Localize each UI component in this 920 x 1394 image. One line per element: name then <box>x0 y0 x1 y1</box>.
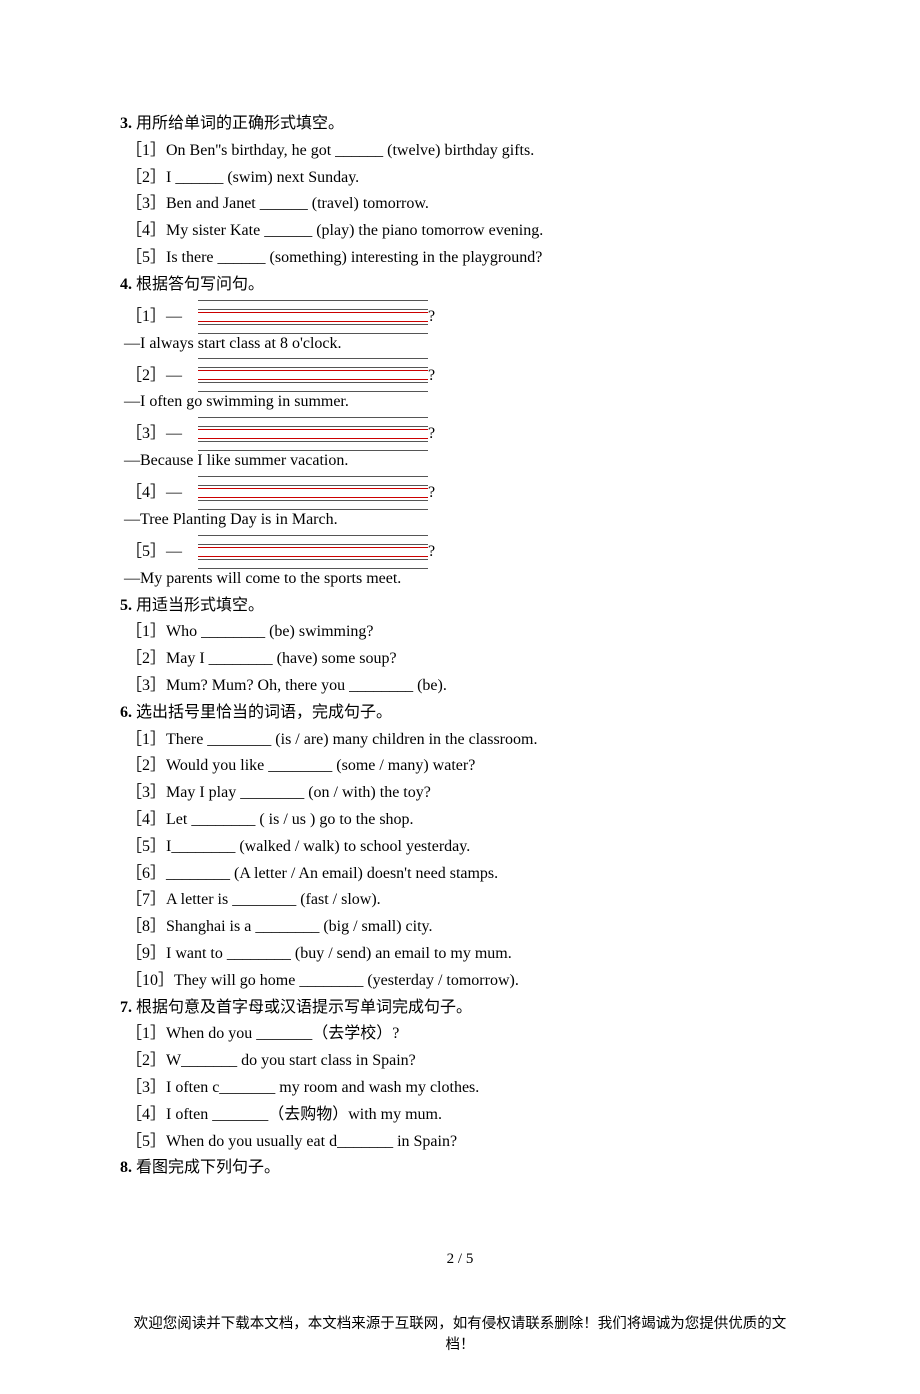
q6-number: 6. <box>120 704 132 721</box>
q4-answer: —My parents will come to the sports meet… <box>120 567 800 592</box>
q6-item: ［8］Shanghai is a ________ (big / small) … <box>120 915 800 940</box>
answer-blank[interactable] <box>198 300 428 334</box>
q3-header: 3. 用所给单词的正确形式填空。 <box>120 112 800 137</box>
q6-item: ［10］They will go home ________ (yesterda… <box>120 969 800 994</box>
q5-item: ［2］May I ________ (have) some soup? <box>120 647 800 672</box>
footer-note: 欢迎您阅读并下载本文档，本文档来源于互联网，如有侵权请联系删除！我们将竭诚为您提… <box>120 1312 800 1354</box>
answer-blank[interactable] <box>198 417 428 451</box>
q4-instructions: 根据答句写问句。 <box>136 276 264 293</box>
q4-answer: —Because I like summer vacation. <box>120 449 800 474</box>
page-number: 2 / 5 <box>120 1251 800 1268</box>
q3-item: ［2］I ______ (swim) next Sunday. <box>120 166 800 191</box>
question-mark: ? <box>428 364 435 389</box>
q4-answer: —I often go swimming in summer. <box>120 390 800 415</box>
q4-question-row: ［2］— ? <box>120 358 800 388</box>
q7-item: ［2］W_______ do you start class in Spain? <box>120 1049 800 1074</box>
q4-question-row: ［1］— ? <box>120 300 800 330</box>
question-mark: ? <box>428 305 435 330</box>
q5-number: 5. <box>120 597 132 614</box>
q4-header: 4. 根据答句写问句。 <box>120 273 800 298</box>
q5-item: ［1］Who ________ (be) swimming? <box>120 620 800 645</box>
q6-item: ［6］________ (A letter / An email) doesn'… <box>120 862 800 887</box>
answer-blank[interactable] <box>198 358 428 392</box>
q3-number: 3. <box>120 115 132 132</box>
q6-instructions: 选出括号里恰当的词语，完成句子。 <box>136 704 392 721</box>
q7-item: ［5］When do you usually eat d_______ in S… <box>120 1130 800 1155</box>
q3-item: ［5］Is there ______ (something) interesti… <box>120 246 800 271</box>
q6-item: ［1］There ________ (is / are) many childr… <box>120 728 800 753</box>
q7-item: ［1］When do you _______（去学校）? <box>120 1022 800 1047</box>
q4-item-number: ［2］— <box>126 364 182 389</box>
q6-item: ［4］Let ________ ( is / us ) go to the sh… <box>120 808 800 833</box>
q7-item: ［3］I often c_______ my room and wash my … <box>120 1076 800 1101</box>
answer-blank[interactable] <box>198 476 428 510</box>
worksheet-page: 3. 用所给单词的正确形式填空。 ［1］On Ben''s birthday, … <box>0 0 920 1394</box>
q4-item-number: ［3］— <box>126 422 182 447</box>
q7-header: 7. 根据句意及首字母或汉语提示写单词完成句子。 <box>120 996 800 1021</box>
q4-number: 4. <box>120 276 132 293</box>
q3-instructions: 用所给单词的正确形式填空。 <box>136 115 344 132</box>
q8-instructions: 看图完成下列句子。 <box>136 1159 280 1176</box>
q7-item: ［4］I often _______（去购物）with my mum. <box>120 1103 800 1128</box>
q5-item: ［3］Mum? Mum? Oh, there you ________ (be)… <box>120 674 800 699</box>
question-mark: ? <box>428 481 435 506</box>
q5-instructions: 用适当形式填空。 <box>136 597 264 614</box>
q8-number: 8. <box>120 1159 132 1176</box>
q6-item: ［2］Would you like ________ (some / many)… <box>120 754 800 779</box>
q7-instructions: 根据句意及首字母或汉语提示写单词完成句子。 <box>136 999 472 1016</box>
q3-item: ［3］Ben and Janet ______ (travel) tomorro… <box>120 192 800 217</box>
q7-number: 7. <box>120 999 132 1016</box>
q6-item: ［9］I want to ________ (buy / send) an em… <box>120 942 800 967</box>
q4-answer: —I always start class at 8 o'clock. <box>120 332 800 357</box>
q4-item-number: ［1］— <box>126 305 182 330</box>
q6-item: ［7］A letter is ________ (fast / slow). <box>120 888 800 913</box>
q6-header: 6. 选出括号里恰当的词语，完成句子。 <box>120 701 800 726</box>
q6-item: ［5］I________ (walked / walk) to school y… <box>120 835 800 860</box>
q8-header: 8. 看图完成下列句子。 <box>120 1156 800 1181</box>
q4-item-number: ［5］— <box>126 540 182 565</box>
q6-item: ［3］May I play ________ (on / with) the t… <box>120 781 800 806</box>
answer-blank[interactable] <box>198 535 428 569</box>
q4-answer: —Tree Planting Day is in March. <box>120 508 800 533</box>
q3-item: ［4］My sister Kate ______ (play) the pian… <box>120 219 800 244</box>
q5-header: 5. 用适当形式填空。 <box>120 594 800 619</box>
q4-question-row: ［3］— ? <box>120 417 800 447</box>
q4-question-row: ［5］— ? <box>120 535 800 565</box>
q3-item: ［1］On Ben''s birthday, he got ______ (tw… <box>120 139 800 164</box>
question-mark: ? <box>428 540 435 565</box>
q4-item-number: ［4］— <box>126 481 182 506</box>
question-mark: ? <box>428 422 435 447</box>
q4-question-row: ［4］— ? <box>120 476 800 506</box>
